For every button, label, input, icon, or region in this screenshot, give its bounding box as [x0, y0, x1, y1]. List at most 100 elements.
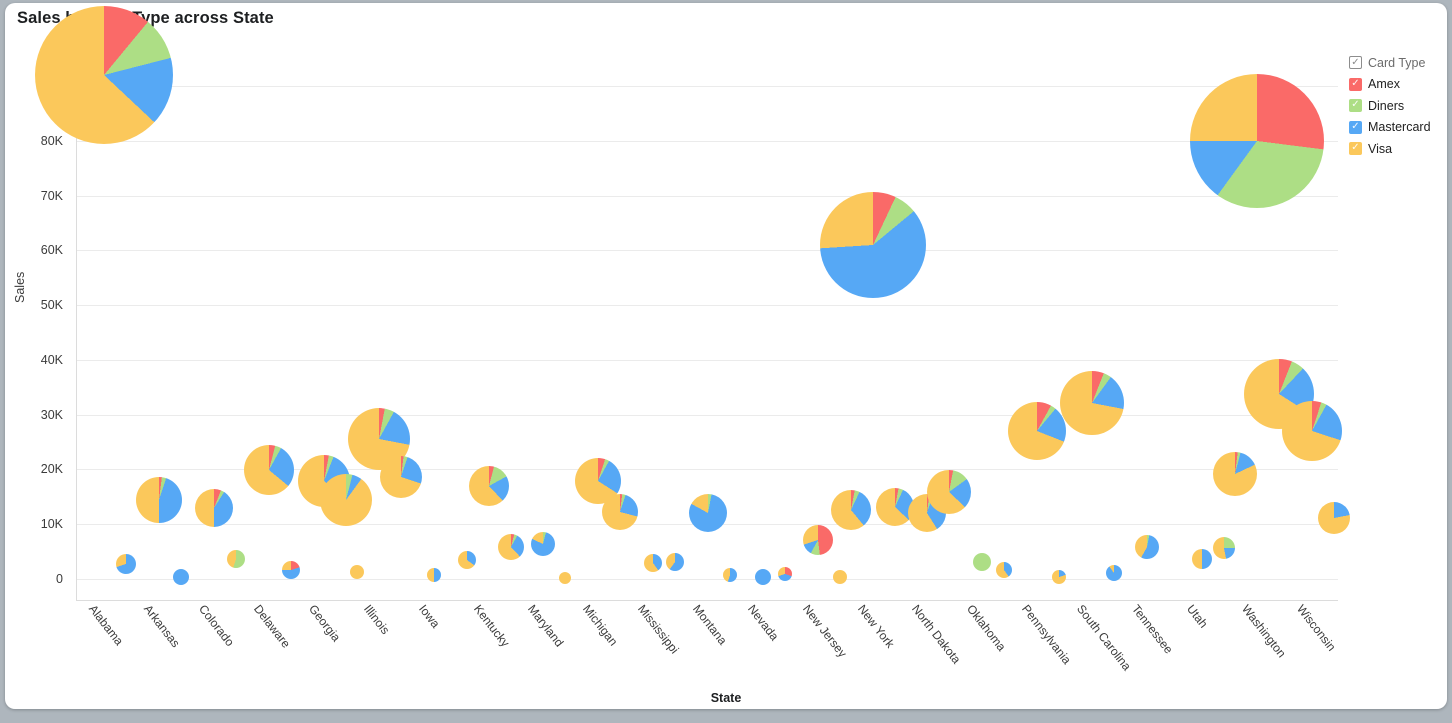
x-tick-label: South Carolina [1074, 602, 1134, 674]
pie-mark[interactable] [497, 534, 524, 561]
pie-mark[interactable] [1134, 535, 1159, 560]
legend-swatch-icon[interactable]: ✓ [1349, 142, 1362, 156]
pie-mark[interactable] [457, 550, 476, 569]
pie-mark[interactable] [1008, 402, 1067, 461]
pie-mark[interactable] [195, 489, 234, 528]
legend-item-label: Amex [1368, 77, 1400, 92]
legend-item-diners[interactable]: ✓ Diners [1349, 95, 1447, 117]
pie-mark[interactable] [927, 470, 972, 515]
y-tick-label: 20K [40, 462, 63, 477]
x-tick-label: New York [854, 602, 897, 651]
pie-mark[interactable] [244, 444, 295, 495]
pie-mark[interactable] [531, 532, 556, 557]
pie-mark[interactable] [468, 465, 509, 506]
x-tick-label: Utah [1183, 602, 1211, 631]
chart-window: Sales by Card Type across State Sales 01… [5, 3, 1447, 709]
pie-mark[interactable] [602, 494, 639, 531]
x-tick-label: Pennsylvania [1019, 602, 1075, 667]
pie-mark[interactable] [1212, 452, 1257, 497]
checkbox-checked-icon[interactable]: ✓ [1349, 56, 1362, 70]
gridline [77, 86, 1338, 87]
legend[interactable]: ✓ Card Type ✓ Amex ✓ Diners ✓ Mastercard ✓ Visa [1349, 52, 1447, 160]
pie-mark[interactable] [349, 565, 364, 580]
legend-header-label: Card Type [1368, 55, 1426, 70]
pie-mark[interactable] [830, 489, 871, 530]
legend-item-amex[interactable]: ✓ Amex [1349, 74, 1447, 96]
pie-mark[interactable] [1052, 569, 1067, 584]
pie-mark[interactable] [227, 549, 246, 568]
legend-item-label: Mastercard [1368, 120, 1431, 135]
x-tick-label: Michigan [580, 602, 621, 649]
pie-mark[interactable] [282, 560, 301, 579]
legend-swatch-icon[interactable]: ✓ [1349, 120, 1362, 134]
x-axis-title: State [710, 691, 742, 705]
gridline [77, 250, 1338, 252]
x-tick-label: Maryland [525, 602, 567, 650]
x-tick-label: Illinois [360, 602, 393, 637]
pie-mark[interactable] [426, 567, 441, 582]
pie-mark[interactable] [754, 568, 771, 585]
pie-mark[interactable] [723, 568, 737, 583]
pie-mark[interactable] [666, 553, 685, 572]
x-tick-label: Delaware [250, 602, 294, 651]
x-tick-label: Colorado [196, 602, 238, 649]
x-tick-label: Kentucky [470, 602, 512, 650]
x-tick-label: Wisconsin [1293, 602, 1339, 654]
x-tick-label: Georgia [305, 602, 344, 645]
pie-mark[interactable] [116, 554, 137, 575]
pie-mark[interactable] [319, 474, 372, 527]
pie-mark[interactable] [559, 571, 572, 584]
x-axis-labels: Alabama Arkansas Colorado Delaware Georgia Il… [76, 602, 1338, 682]
pie-mark[interactable] [35, 6, 174, 145]
y-tick-label: 50K [40, 298, 63, 313]
pie-mark[interactable] [819, 191, 926, 298]
plot-area[interactable] [35, 6, 1350, 601]
legend-item-label: Visa [1368, 141, 1393, 156]
pie-mark[interactable] [875, 487, 914, 526]
pie-mark[interactable] [136, 476, 183, 523]
y-tick-label: 0 [56, 572, 63, 586]
pie-mark[interactable] [996, 562, 1013, 579]
pie-mark[interactable] [1191, 548, 1212, 569]
pie-mark[interactable] [1189, 73, 1324, 208]
legend-item-visa[interactable]: ✓ Visa [1349, 138, 1447, 160]
legend-item-label: Diners [1368, 98, 1405, 113]
legend-swatch-icon[interactable]: ✓ [1349, 77, 1362, 91]
gridline [77, 195, 1338, 197]
x-tick-label: Nevada [744, 602, 782, 644]
pie-mark[interactable] [973, 553, 992, 572]
pie-mark[interactable] [832, 569, 847, 584]
y-tick-label: 30K [40, 407, 63, 422]
x-tick-label: Tennessee [1128, 602, 1176, 657]
x-tick-label: New Jersey [799, 602, 850, 661]
pie-mark[interactable] [644, 553, 663, 572]
x-tick-label: Iowa [415, 602, 443, 631]
y-tick-label: 40K [40, 352, 63, 367]
pie-mark[interactable] [1212, 537, 1235, 560]
pie-mark[interactable] [1317, 501, 1350, 534]
pie-mark[interactable] [1281, 400, 1342, 461]
pie-mark[interactable] [802, 524, 833, 555]
gridline [77, 305, 1338, 307]
x-tick-label: Arkansas [141, 602, 184, 651]
y-tick-label: 60K [40, 243, 63, 258]
pie-mark[interactable] [173, 568, 190, 585]
x-tick-label: Oklahoma [964, 602, 1010, 654]
pie-mark[interactable] [777, 567, 792, 582]
legend-item-mastercard[interactable]: ✓ Mastercard [1349, 117, 1447, 139]
pie-mark[interactable] [1060, 371, 1125, 436]
x-tick-label: Montana [689, 602, 730, 648]
pie-mark[interactable] [379, 456, 422, 499]
x-tick-label: Alabama [86, 602, 127, 648]
legend-header-row[interactable]: ✓ Card Type [1349, 52, 1447, 74]
y-tick-label: 70K [40, 188, 63, 203]
pie-mark[interactable] [689, 493, 727, 532]
pie-mark[interactable] [1106, 564, 1123, 581]
y-tick-label: 80K [40, 133, 63, 148]
legend-swatch-icon[interactable]: ✓ [1349, 99, 1362, 113]
gridline [77, 414, 1338, 416]
gridline [77, 140, 1338, 142]
x-tick-label: Washington [1238, 602, 1289, 661]
x-tick-label: North Dakota [909, 602, 964, 667]
gridline [77, 579, 1338, 580]
